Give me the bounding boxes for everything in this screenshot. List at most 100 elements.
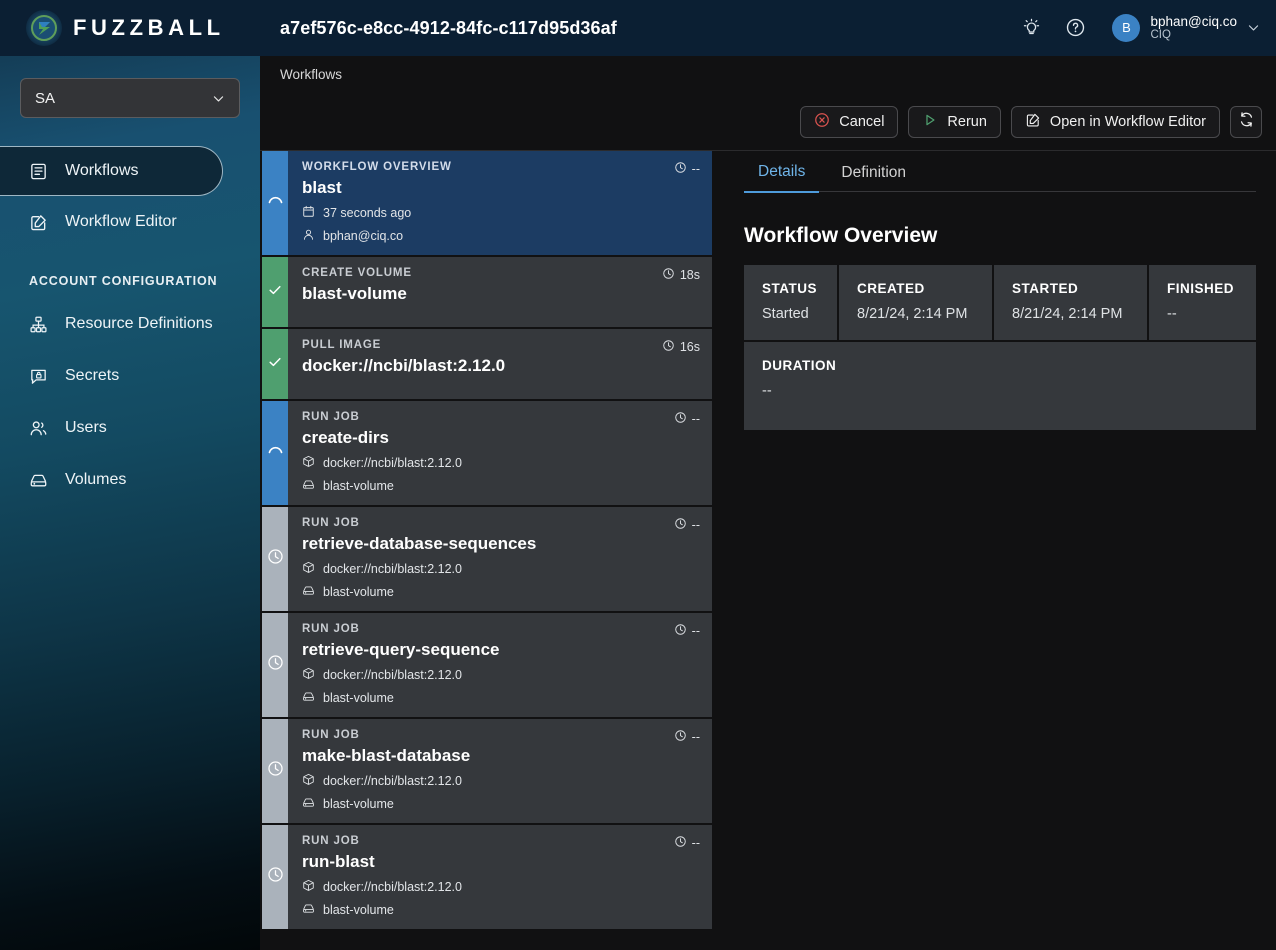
card-title: blast <box>302 178 342 197</box>
detail-field-value: 8/21/24, 2:14 PM <box>1012 306 1123 322</box>
card-meta-row: docker://ncbi/blast:2.12.0 <box>302 879 700 895</box>
detail-field-key: STATUS <box>762 281 817 296</box>
clock-icon <box>674 623 687 639</box>
sidebar-item-label: Workflow Editor <box>65 213 177 230</box>
refresh-button[interactable] <box>1230 105 1262 138</box>
detail-field-key: STARTED <box>1012 281 1079 296</box>
sidebar-section-label: ACCOUNT CONFIGURATION <box>29 274 218 288</box>
refresh-icon <box>1238 111 1255 132</box>
card-duration-text: -- <box>691 730 700 744</box>
sidebar-item-secrets[interactable]: Secrets <box>0 350 260 402</box>
card-body: 18s CREATE VOLUME blast-volume <box>288 257 712 327</box>
workflow-step-list[interactable]: -- WORKFLOW OVERVIEW blast 37 seconds ago bp… <box>260 151 712 950</box>
sidebar-item-workflow-editor[interactable]: Workflow Editor <box>0 196 260 248</box>
card-body: -- RUN JOB retrieve-database-sequences dock… <box>288 507 712 611</box>
card-duration-text: -- <box>691 162 700 176</box>
card-kind: RUN JOB <box>302 729 360 741</box>
main-area: a7ef576c-e8cc-4912-84fc-c117d95d36af B b… <box>260 0 1276 950</box>
workflow-step-card[interactable]: -- RUN JOB create-dirs docker://ncbi/blast:… <box>262 401 712 505</box>
tab-definition[interactable]: Definition <box>827 152 920 193</box>
user-menu[interactable]: B bphan@ciq.co CIQ <box>1106 14 1260 43</box>
card-meta-text: blast-volume <box>323 903 394 917</box>
workflow-step-card[interactable]: -- RUN JOB retrieve-database-sequences dock… <box>262 507 712 611</box>
detail-field-started: STARTED 8/21/24, 2:14 PM <box>994 265 1147 340</box>
detail-field-key: DURATION <box>762 358 837 373</box>
card-body: -- RUN JOB create-dirs docker://ncbi/blast:… <box>288 401 712 505</box>
rerun-button[interactable]: Rerun <box>908 105 1001 138</box>
card-meta-text: blast-volume <box>323 691 394 705</box>
action-toolbar: Cancel Rerun Open in Workflow Editor <box>260 93 1276 151</box>
card-meta-row: blast-volume <box>302 584 700 600</box>
user-info: bphan@ciq.co CIQ <box>1150 14 1237 43</box>
workflow-step-card[interactable]: 16s PULL IMAGE docker://ncbi/blast:2.12.0 <box>262 329 712 399</box>
pending-clock-icon <box>267 654 284 676</box>
cancel-circle-icon <box>814 112 830 132</box>
fuzzball-logo-icon <box>26 10 62 46</box>
card-meta-text: docker://ncbi/blast:2.12.0 <box>323 668 462 682</box>
open-in-workflow-editor-label: Open in Workflow Editor <box>1049 113 1206 130</box>
sidebar-item-resource-definitions[interactable]: Resource Definitions <box>0 298 260 350</box>
card-meta-row: docker://ncbi/blast:2.12.0 <box>302 455 700 471</box>
clock-icon <box>674 411 687 427</box>
pending-clock-icon <box>267 866 284 888</box>
chevron-down-icon <box>212 92 225 105</box>
detail-field-value: -- <box>1167 306 1177 322</box>
card-status-stripe <box>262 401 288 505</box>
detail-tabs: Details Definition <box>744 151 1256 193</box>
card-meta-text: docker://ncbi/blast:2.12.0 <box>323 562 462 576</box>
tenant-selector-value: SA <box>35 89 56 107</box>
container-icon <box>302 455 315 471</box>
chevron-down-icon <box>1247 21 1260 34</box>
detail-panel: Details Definition Workflow Overview STA… <box>712 151 1276 950</box>
user-org: CIQ <box>1150 29 1171 42</box>
users-icon <box>28 418 49 439</box>
container-icon <box>302 773 315 789</box>
drive-icon <box>302 584 315 600</box>
detail-field-key: CREATED <box>857 281 925 296</box>
workflow-step-card[interactable]: -- RUN JOB make-blast-database docker://ncb… <box>262 719 712 823</box>
card-duration: -- <box>674 835 700 851</box>
card-meta-text: blast-volume <box>323 585 394 599</box>
help-circle-icon[interactable] <box>1062 15 1088 41</box>
detail-field-finished: FINISHED -- <box>1149 265 1256 340</box>
sidebar-item-label: Volumes <box>65 471 127 488</box>
card-meta-row: blast-volume <box>302 478 700 494</box>
card-duration: 18s <box>662 267 700 283</box>
sidebar: FUZZBALL SA Workflows Workflow Editor AC… <box>0 0 260 950</box>
cancel-button[interactable]: Cancel <box>800 105 899 138</box>
breadcrumb-item-workflows[interactable]: Workflows <box>280 67 342 82</box>
card-title: make-blast-database <box>302 746 471 765</box>
sidebar-item-label: Users <box>65 419 107 436</box>
card-title: retrieve-database-sequences <box>302 534 537 553</box>
card-kind: RUN JOB <box>302 835 360 847</box>
card-meta-text: docker://ncbi/blast:2.12.0 <box>323 880 462 894</box>
lightbulb-icon[interactable] <box>1018 15 1044 41</box>
drive-icon <box>28 470 49 491</box>
workflow-step-card[interactable]: -- WORKFLOW OVERVIEW blast 37 seconds ago bp… <box>262 151 712 255</box>
card-duration-text: -- <box>691 624 700 638</box>
rerun-button-label: Rerun <box>947 113 987 130</box>
card-body: -- RUN JOB make-blast-database docker://ncb… <box>288 719 712 823</box>
detail-field-value: -- <box>762 383 772 399</box>
sidebar-item-users[interactable]: Users <box>0 402 260 454</box>
content-split: -- WORKFLOW OVERVIEW blast 37 seconds ago bp… <box>260 151 1276 950</box>
tenant-selector[interactable]: SA <box>20 78 240 118</box>
container-icon <box>302 667 315 683</box>
open-in-workflow-editor-button[interactable]: Open in Workflow Editor <box>1010 105 1220 138</box>
workflow-step-card[interactable]: -- RUN JOB retrieve-query-sequence docker:/… <box>262 613 712 717</box>
spinner-icon <box>267 442 284 464</box>
clock-icon <box>662 267 675 283</box>
detail-fields-row: STATUS Started CREATED 8/21/24, 2:14 PM … <box>744 265 1256 340</box>
workflow-step-card[interactable]: 18s CREATE VOLUME blast-volume <box>262 257 712 327</box>
workflows-icon <box>28 161 49 182</box>
drive-icon <box>302 902 315 918</box>
clock-icon <box>674 517 687 533</box>
sidebar-item-volumes[interactable]: Volumes <box>0 454 260 506</box>
card-meta-text: blast-volume <box>323 797 394 811</box>
edit-square-icon <box>1025 112 1041 132</box>
card-status-stripe <box>262 329 288 399</box>
tab-details[interactable]: Details <box>744 152 820 193</box>
header-actions: B bphan@ciq.co CIQ <box>1018 14 1260 43</box>
sidebar-item-workflows[interactable]: Workflows <box>0 146 223 196</box>
workflow-step-card[interactable]: -- RUN JOB run-blast docker://ncbi/blast:2.… <box>262 825 712 929</box>
